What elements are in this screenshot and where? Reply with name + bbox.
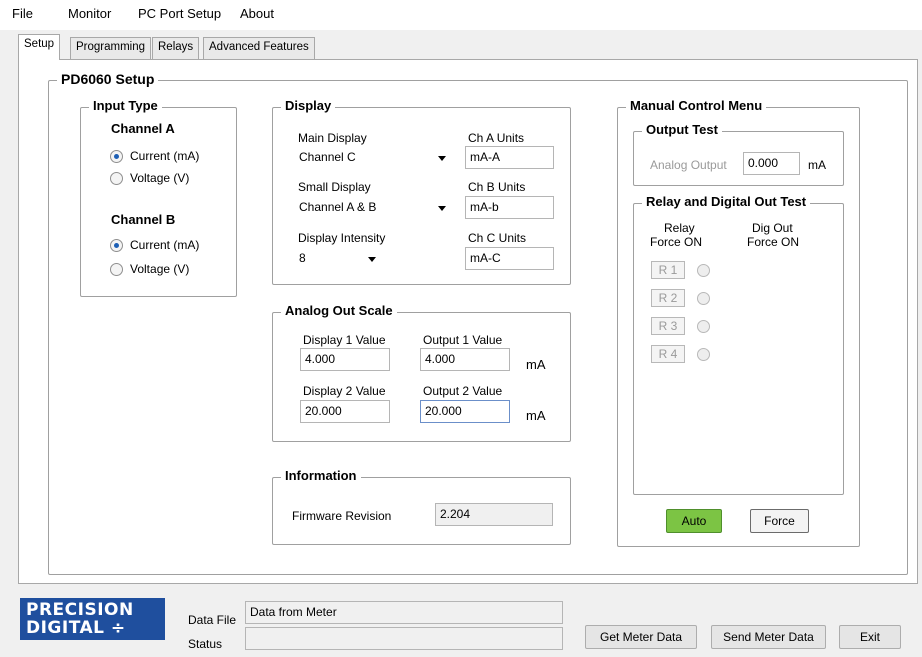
relay-2-on-indicator [697,292,710,305]
display-1-value-label: Display 1 Value [303,333,386,347]
exit-button[interactable]: Exit [839,625,901,649]
tab-setup[interactable]: Setup [18,34,61,60]
small-display-select[interactable]: Channel A & B [295,196,453,218]
relay-header: Relay [664,221,695,235]
chevron-down-icon [438,156,446,161]
data-file-label: Data File [188,613,237,627]
analog-output-unit: mA [808,158,826,172]
display-2-value-label: Display 2 Value [303,384,386,398]
information-title: Information [281,468,361,483]
relay-3-on-indicator [697,320,710,333]
channel-b-current-label[interactable]: Current (mA) [130,238,199,252]
precision-digital-logo: PRECISION DIGITAL ÷ [20,598,165,640]
display-2-value-input[interactable]: 20.000 [300,400,390,423]
dig-out-force-on-header: Force ON [747,235,800,249]
tab-advanced-features[interactable]: Advanced Features [203,37,315,59]
analog-out-scale-title: Analog Out Scale [281,303,397,318]
relay-3-force-button[interactable]: R 3 [651,317,685,335]
relay-digital-out-test-title: Relay and Digital Out Test [642,194,811,209]
channel-a-voltage-label[interactable]: Voltage (V) [130,171,189,185]
input-type-title: Input Type [89,98,162,113]
output-2-value-label: Output 2 Value [423,384,503,398]
ch-c-units-label: Ch C Units [468,231,527,245]
output-1-value-label: Output 1 Value [423,333,503,347]
relay-1-force-button[interactable]: R 1 [651,261,685,279]
output-2-unit: mA [526,408,546,423]
ch-a-units-label: Ch A Units [468,131,525,145]
auto-button[interactable]: Auto [666,509,722,533]
ch-c-units-input[interactable]: mA-C [465,247,554,270]
channel-a-current-radio[interactable] [110,150,123,163]
main-display-value: Channel C [299,150,356,164]
output-1-value-input[interactable]: 4.000 [420,348,510,371]
tab-programming[interactable]: Programming [70,37,152,59]
relay-4-force-button[interactable]: R 4 [651,345,685,363]
display-title: Display [281,98,336,113]
ch-a-units-input[interactable]: mA-A [465,146,554,169]
data-file-field: Data from Meter [245,601,563,624]
manual-control-title: Manual Control Menu [626,98,767,113]
setup-title: PD6060 Setup [57,71,159,87]
small-display-value: Channel A & B [299,200,377,214]
channel-b-voltage-radio[interactable] [110,263,123,276]
menu-pc-port-setup[interactable]: PC Port Setup [138,6,221,21]
relay-1-on-indicator [697,264,710,277]
menu-file[interactable]: File [12,6,33,21]
analog-output-label: Analog Output [650,158,727,172]
channel-b-voltage-label[interactable]: Voltage (V) [130,262,189,276]
small-display-label: Small Display [298,180,371,194]
force-button[interactable]: Force [750,509,809,533]
chevron-down-icon [368,257,376,262]
main-display-label: Main Display [298,131,367,145]
channel-a-current-label[interactable]: Current (mA) [130,149,199,163]
relay-2-force-button[interactable]: R 2 [651,289,685,307]
display-1-value-input[interactable]: 4.000 [300,348,390,371]
status-field [245,627,563,650]
main-display-select[interactable]: Channel C [295,146,453,168]
relay-force-on-header: Force ON [650,235,703,249]
display-intensity-label: Display Intensity [298,231,386,245]
firmware-revision-label: Firmware Revision [292,509,392,523]
analog-output-input[interactable]: 0.000 [743,152,800,175]
display-intensity-value: 8 [299,251,306,265]
menu-bar: File Monitor PC Port Setup About [0,0,922,30]
channel-a-voltage-radio[interactable] [110,172,123,185]
channel-b-current-radio[interactable] [110,239,123,252]
channel-a-label: Channel A [111,121,175,136]
dig-out-header: Dig Out [752,221,793,235]
ch-b-units-input[interactable]: mA-b [465,196,554,219]
output-1-unit: mA [526,357,546,372]
send-meter-data-button[interactable]: Send Meter Data [711,625,826,649]
logo-line-2: DIGITAL ÷ [26,618,126,638]
output-2-value-input[interactable]: 20.000 [420,400,510,423]
output-test-title: Output Test [642,122,722,137]
get-meter-data-button[interactable]: Get Meter Data [585,625,697,649]
relay-4-on-indicator [697,348,710,361]
logo-line-1: PRECISION [26,600,134,620]
chevron-down-icon [438,206,446,211]
display-intensity-select[interactable]: 8 [295,247,383,269]
menu-about[interactable]: About [240,6,274,21]
channel-b-label: Channel B [111,212,176,227]
status-label: Status [188,637,223,651]
menu-monitor[interactable]: Monitor [68,6,111,21]
tab-relays[interactable]: Relays [152,37,200,59]
ch-b-units-label: Ch B Units [468,180,526,194]
firmware-revision-value: 2.204 [435,503,553,526]
